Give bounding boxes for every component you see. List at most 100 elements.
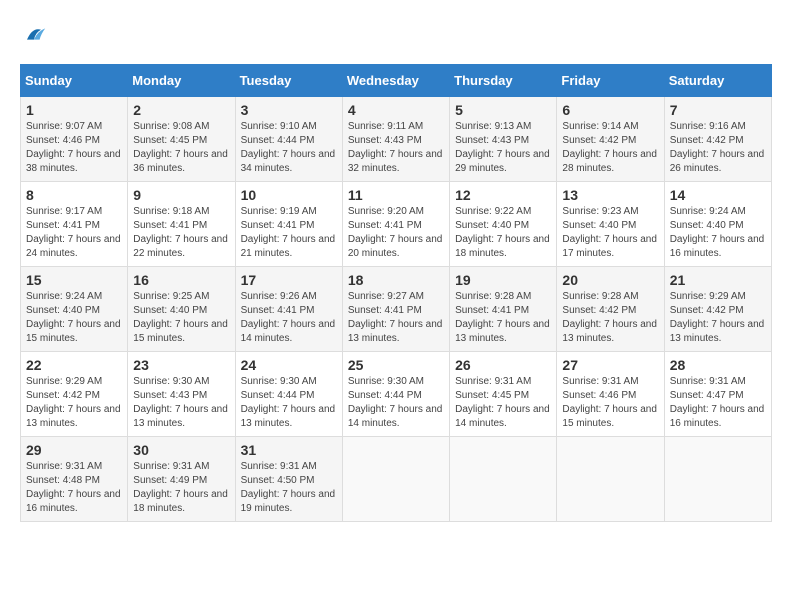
- calendar-cell: 1 Sunrise: 9:07 AMSunset: 4:46 PMDaylight…: [21, 97, 128, 182]
- day-number: 11: [348, 187, 444, 203]
- column-header-saturday: Saturday: [664, 65, 771, 97]
- calendar-cell: 4 Sunrise: 9:11 AMSunset: 4:43 PMDaylight…: [342, 97, 449, 182]
- day-info: Sunrise: 9:14 AMSunset: 4:42 PMDaylight:…: [562, 120, 658, 176]
- calendar-cell: 29 Sunrise: 9:31 AMSunset: 4:48 PMDayligh…: [21, 437, 128, 522]
- calendar-cell: 19 Sunrise: 9:28 AMSunset: 4:41 PMDayligh…: [450, 267, 557, 352]
- calendar-cell: 24 Sunrise: 9:30 AMSunset: 4:44 PMDayligh…: [235, 352, 342, 437]
- day-number: 21: [670, 272, 766, 288]
- day-info: Sunrise: 9:31 AMSunset: 4:48 PMDaylight:…: [26, 460, 122, 516]
- day-number: 5: [455, 102, 551, 118]
- day-info: Sunrise: 9:31 AMSunset: 4:47 PMDaylight:…: [670, 375, 766, 431]
- calendar-cell: 28 Sunrise: 9:31 AMSunset: 4:47 PMDayligh…: [664, 352, 771, 437]
- day-number: 19: [455, 272, 551, 288]
- day-number: 14: [670, 187, 766, 203]
- day-info: Sunrise: 9:13 AMSunset: 4:43 PMDaylight:…: [455, 120, 551, 176]
- day-info: Sunrise: 9:27 AMSunset: 4:41 PMDaylight:…: [348, 290, 444, 346]
- calendar-cell: 8 Sunrise: 9:17 AMSunset: 4:41 PMDaylight…: [21, 182, 128, 267]
- day-info: Sunrise: 9:16 AMSunset: 4:42 PMDaylight:…: [670, 120, 766, 176]
- day-info: Sunrise: 9:10 AMSunset: 4:44 PMDaylight:…: [241, 120, 337, 176]
- calendar-cell: 11 Sunrise: 9:20 AMSunset: 4:41 PMDayligh…: [342, 182, 449, 267]
- calendar-cell: 18Sunrise: 9:27 AMSunset: 4:41 PMDayligh…: [342, 267, 449, 352]
- calendar-cell: 23 Sunrise: 9:30 AMSunset: 4:43 PMDayligh…: [128, 352, 235, 437]
- day-info: Sunrise: 9:18 AMSunset: 4:41 PMDaylight:…: [133, 205, 229, 261]
- day-info: Sunrise: 9:29 AMSunset: 4:42 PMDaylight:…: [670, 290, 766, 346]
- calendar-table: SundayMondayTuesdayWednesdayThursdayFrid…: [20, 64, 772, 522]
- day-info: Sunrise: 9:30 AMSunset: 4:44 PMDaylight:…: [241, 375, 337, 431]
- day-number: 30: [133, 442, 229, 458]
- calendar-cell: 27 Sunrise: 9:31 AMSunset: 4:46 PMDayligh…: [557, 352, 664, 437]
- day-number: 24: [241, 357, 337, 373]
- calendar-week-row: 29 Sunrise: 9:31 AMSunset: 4:48 PMDayligh…: [21, 437, 772, 522]
- day-number: 15: [26, 272, 122, 288]
- column-header-monday: Monday: [128, 65, 235, 97]
- day-info: Sunrise: 9:07 AMSunset: 4:46 PMDaylight:…: [26, 120, 122, 176]
- calendar-cell: 20 Sunrise: 9:28 AMSunset: 4:42 PMDayligh…: [557, 267, 664, 352]
- calendar-cell: 30 Sunrise: 9:31 AMSunset: 4:49 PMDayligh…: [128, 437, 235, 522]
- calendar-cell: [450, 437, 557, 522]
- day-info: Sunrise: 9:23 AMSunset: 4:40 PMDaylight:…: [562, 205, 658, 261]
- day-number: 29: [26, 442, 122, 458]
- day-info: Sunrise: 9:28 AMSunset: 4:42 PMDaylight:…: [562, 290, 658, 346]
- day-info: Sunrise: 9:26 AMSunset: 4:41 PMDaylight:…: [241, 290, 337, 346]
- column-header-sunday: Sunday: [21, 65, 128, 97]
- day-info: Sunrise: 9:22 AMSunset: 4:40 PMDaylight:…: [455, 205, 551, 261]
- calendar-cell: 15Sunrise: 9:24 AMSunset: 4:40 PMDayligh…: [21, 267, 128, 352]
- calendar-week-row: 22Sunrise: 9:29 AMSunset: 4:42 PMDayligh…: [21, 352, 772, 437]
- day-info: Sunrise: 9:31 AMSunset: 4:50 PMDaylight:…: [241, 460, 337, 516]
- day-info: Sunrise: 9:30 AMSunset: 4:43 PMDaylight:…: [133, 375, 229, 431]
- calendar-cell: 2 Sunrise: 9:08 AMSunset: 4:45 PMDaylight…: [128, 97, 235, 182]
- calendar-cell: 25Sunrise: 9:30 AMSunset: 4:44 PMDayligh…: [342, 352, 449, 437]
- calendar-week-row: 1 Sunrise: 9:07 AMSunset: 4:46 PMDaylight…: [21, 97, 772, 182]
- calendar-cell: 13 Sunrise: 9:23 AMSunset: 4:40 PMDayligh…: [557, 182, 664, 267]
- day-info: Sunrise: 9:24 AMSunset: 4:40 PMDaylight:…: [670, 205, 766, 261]
- column-header-friday: Friday: [557, 65, 664, 97]
- day-info: Sunrise: 9:08 AMSunset: 4:45 PMDaylight:…: [133, 120, 229, 176]
- calendar-cell: 17 Sunrise: 9:26 AMSunset: 4:41 PMDayligh…: [235, 267, 342, 352]
- calendar-cell: 14 Sunrise: 9:24 AMSunset: 4:40 PMDayligh…: [664, 182, 771, 267]
- logo-bird-icon: [20, 20, 48, 48]
- calendar-week-row: 15Sunrise: 9:24 AMSunset: 4:40 PMDayligh…: [21, 267, 772, 352]
- column-header-wednesday: Wednesday: [342, 65, 449, 97]
- calendar-cell: 7 Sunrise: 9:16 AMSunset: 4:42 PMDaylight…: [664, 97, 771, 182]
- day-number: 23: [133, 357, 229, 373]
- day-number: 2: [133, 102, 229, 118]
- day-info: Sunrise: 9:17 AMSunset: 4:41 PMDaylight:…: [26, 205, 122, 261]
- column-header-tuesday: Tuesday: [235, 65, 342, 97]
- day-number: 13: [562, 187, 658, 203]
- day-info: Sunrise: 9:19 AMSunset: 4:41 PMDaylight:…: [241, 205, 337, 261]
- calendar-cell: 12 Sunrise: 9:22 AMSunset: 4:40 PMDayligh…: [450, 182, 557, 267]
- day-number: 16: [133, 272, 229, 288]
- day-info: Sunrise: 9:28 AMSunset: 4:41 PMDaylight:…: [455, 290, 551, 346]
- day-number: 17: [241, 272, 337, 288]
- day-info: Sunrise: 9:31 AMSunset: 4:49 PMDaylight:…: [133, 460, 229, 516]
- calendar-cell: 5 Sunrise: 9:13 AMSunset: 4:43 PMDaylight…: [450, 97, 557, 182]
- day-number: 26: [455, 357, 551, 373]
- calendar-header-row: SundayMondayTuesdayWednesdayThursdayFrid…: [21, 65, 772, 97]
- day-number: 1: [26, 102, 122, 118]
- day-number: 4: [348, 102, 444, 118]
- calendar-cell: 6 Sunrise: 9:14 AMSunset: 4:42 PMDaylight…: [557, 97, 664, 182]
- day-number: 10: [241, 187, 337, 203]
- calendar-cell: [557, 437, 664, 522]
- day-number: 27: [562, 357, 658, 373]
- day-number: 25: [348, 357, 444, 373]
- day-number: 9: [133, 187, 229, 203]
- logo: [20, 20, 52, 48]
- day-number: 28: [670, 357, 766, 373]
- day-info: Sunrise: 9:20 AMSunset: 4:41 PMDaylight:…: [348, 205, 444, 261]
- day-number: 31: [241, 442, 337, 458]
- calendar-cell: [342, 437, 449, 522]
- day-number: 3: [241, 102, 337, 118]
- day-number: 22: [26, 357, 122, 373]
- day-info: Sunrise: 9:25 AMSunset: 4:40 PMDaylight:…: [133, 290, 229, 346]
- day-number: 20: [562, 272, 658, 288]
- calendar-cell: 3 Sunrise: 9:10 AMSunset: 4:44 PMDaylight…: [235, 97, 342, 182]
- day-number: 8: [26, 187, 122, 203]
- day-info: Sunrise: 9:11 AMSunset: 4:43 PMDaylight:…: [348, 120, 444, 176]
- calendar-cell: 10 Sunrise: 9:19 AMSunset: 4:41 PMDayligh…: [235, 182, 342, 267]
- column-header-thursday: Thursday: [450, 65, 557, 97]
- day-info: Sunrise: 9:31 AMSunset: 4:46 PMDaylight:…: [562, 375, 658, 431]
- day-number: 6: [562, 102, 658, 118]
- day-number: 12: [455, 187, 551, 203]
- day-number: 7: [670, 102, 766, 118]
